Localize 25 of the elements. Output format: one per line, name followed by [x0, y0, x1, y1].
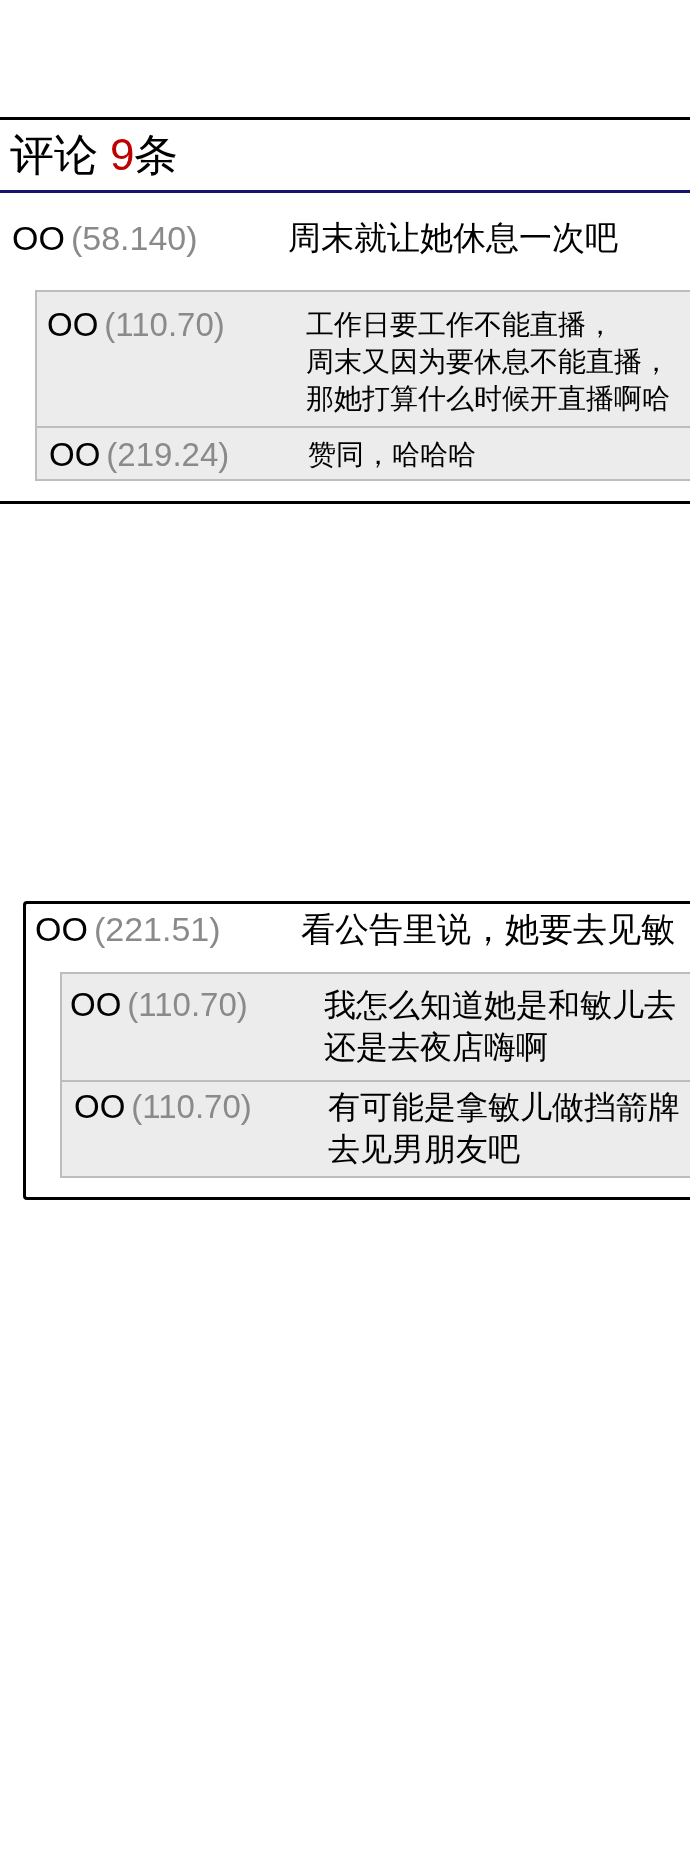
user-score: (110.70)	[104, 306, 225, 343]
reply-text-line: 我怎么知道她是和敏儿去	[324, 986, 676, 1025]
comment-text: 周末就让她休息一次吧	[288, 218, 618, 258]
user-score: (221.51)	[93, 909, 221, 950]
user-score: (58.140)	[70, 218, 198, 258]
reply-text-line: 还是去夜店嗨啊	[324, 1028, 548, 1067]
username: OO	[47, 306, 99, 343]
username: OO	[12, 218, 65, 258]
comments-label: 评论	[10, 133, 98, 177]
username: OO	[74, 1087, 126, 1127]
username: OO	[49, 436, 101, 473]
username: OO	[35, 909, 88, 950]
count-unit: 条	[134, 133, 179, 177]
comment-text: 看公告里说，她要去见敏	[301, 909, 675, 950]
reply-text-line: 工作日要工作不能直播，	[306, 308, 614, 342]
user-score: (110.70)	[127, 985, 248, 1025]
reply-text-line: 周末又因为要休息不能直播，	[306, 345, 670, 379]
user-score: (219.24)	[106, 436, 230, 473]
comment-count: 9	[110, 133, 135, 177]
reply-text-line: 去见男朋友吧	[328, 1130, 520, 1169]
reply-text-line: 赞同，哈哈哈	[308, 438, 476, 472]
username: OO	[70, 985, 122, 1025]
reply-text-line: 有可能是拿敏儿做挡箭牌	[328, 1088, 680, 1127]
reply-text-line: 那她打算什么时候开直播啊哈	[306, 382, 670, 416]
user-score: (110.70)	[131, 1087, 252, 1127]
